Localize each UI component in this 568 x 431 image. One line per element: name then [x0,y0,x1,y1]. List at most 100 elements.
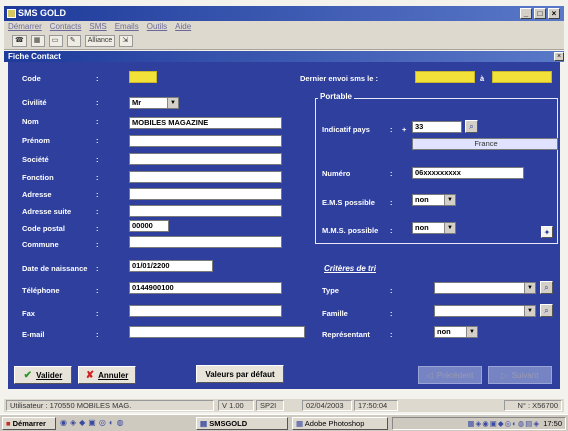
colon: : [96,98,99,107]
suivant-button[interactable]: ▷ Suivant [488,366,552,384]
famille-select[interactable]: ▼ [434,305,536,317]
folder-icon[interactable]: ▭ [48,35,63,47]
criteres-de-tri-title: Critères de tri [324,264,377,273]
menu-item[interactable]: Démarrer [8,21,42,33]
label-ems: E.M.S possible [322,198,375,207]
representant-select[interactable]: non ▼ [434,326,478,338]
search-icon[interactable]: ⌕ [540,281,553,294]
quick-launch-icons[interactable]: ◉◈◆▣◎◐◍ [60,418,190,429]
adresse-suite-field[interactable] [129,205,282,217]
label-type: Type [322,286,339,295]
date-naissance-field[interactable]: 01/01/2200 [129,260,213,272]
dialog-close-button[interactable]: × [554,52,564,61]
valeurs-par-defaut-button[interactable]: Valeurs par défaut [196,365,284,383]
colon: : [96,74,99,83]
export-icon[interactable]: ⇲ [119,35,134,47]
prenom-field[interactable] [129,135,282,147]
colon: : [96,240,99,249]
colon: : [96,224,99,233]
email-field[interactable] [129,326,305,338]
fonction-field[interactable] [129,171,282,183]
fax-field[interactable] [129,305,282,317]
numero-field[interactable]: 06xxxxxxxxx [412,167,524,179]
status-bar: Utilisateur : 170550 MOBILES MAG. V 1.00… [4,399,564,412]
type-select[interactable]: ▼ [434,282,536,294]
cross-icon: ✘ [85,369,95,381]
label-prenom: Prénom [22,136,50,145]
label-societe: Société [22,155,49,164]
colon: : [390,309,393,318]
label-adresse-suite: Adresse suite [22,207,72,216]
start-button[interactable]: ■ Démarrer [2,417,56,430]
adresse-field[interactable] [129,188,282,200]
taskbar-app-smsgold[interactable]: ▤ SMSGOLD [196,417,288,430]
chevron-down-icon: ▼ [524,306,535,316]
ems-select[interactable]: non ▼ [412,194,456,206]
label-date-naissance: Date de naissance [22,264,88,273]
colon: : [390,198,393,207]
phone-icon[interactable]: ☎ [12,35,27,47]
label-representant: Représentant [322,330,370,339]
taskbar: ■ Démarrer ◉◈◆▣◎◐◍ ▤ SMSGOLD ▦ Adobe Pho… [0,414,568,431]
grid-icon[interactable]: ▦ [30,35,45,47]
indicatif-pays-field[interactable]: 33 [412,121,462,133]
annuler-button[interactable]: ✘ Annuler [78,366,136,384]
minimize-button[interactable]: _ [520,8,532,19]
maximize-button[interactable]: □ [534,8,546,19]
arrow-left-icon: ◁ [426,370,433,380]
mms-select[interactable]: non ▼ [412,222,456,234]
colon: : [96,309,99,318]
suivant-label: Suivant [511,370,539,380]
civilite-select[interactable]: Mr ▼ [129,97,179,109]
lightbulb-icon[interactable]: ✦ [541,226,553,238]
search-icon[interactable]: ⌕ [540,304,553,317]
menu-item[interactable]: Aide [175,21,191,33]
close-window-button[interactable]: × [548,8,560,19]
menu-item[interactable]: Contacts [50,21,82,33]
pen-icon[interactable]: ✎ [66,35,81,47]
annuler-label: Annuler [98,370,129,380]
nom-field[interactable]: MOBILES MAGAZINE [129,117,282,129]
societe-field[interactable] [129,153,282,165]
status-sp: SP2I [256,400,284,411]
chevron-down-icon: ▼ [444,223,455,233]
colon: : [390,125,393,134]
label-commune: Commune [22,240,59,249]
label-famille: Famille [322,309,348,318]
label-fax: Fax [22,309,35,318]
label-a: à [480,74,485,83]
chevron-down-icon: ▼ [167,98,178,108]
chevron-down-icon: ▼ [466,327,477,337]
precedent-label: Précédent [436,370,474,380]
code-field[interactable] [129,71,157,83]
telephone-field[interactable]: 0144900100 [129,282,282,294]
dernier-envoi-to-field[interactable] [492,71,552,83]
search-icon[interactable]: ⌕ [465,120,478,133]
status-number: N° : X56700 [504,400,562,411]
status-version: V 1.00 [218,400,254,411]
code-postal-field[interactable]: 00000 [129,220,169,232]
tray-icons[interactable]: ▦◈◉▣◆◎◐◍▤◈ [467,419,543,428]
chevron-down-icon: ▼ [524,283,535,293]
photoshop-label: Adobe Photoshop [304,419,365,428]
colon: : [96,207,99,216]
photoshop-icon: ▦ [296,419,304,428]
toolbar-button-alliance[interactable]: Alliance [84,35,116,47]
label-code: Code [22,74,41,83]
valider-button[interactable]: ✔ Valider [14,366,72,384]
colon: : [390,286,393,295]
clock: 17:50 [543,419,562,428]
menu-item[interactable]: SMS [89,21,106,33]
precedent-button[interactable]: ◁ Précédent [418,366,482,384]
representant-value: non [437,327,451,336]
dernier-envoi-from-field[interactable] [415,71,475,83]
label-civilite: Civilité [22,98,47,107]
colon: : [96,155,99,164]
civilite-value: Mr [132,98,142,107]
commune-field[interactable] [129,236,282,248]
taskbar-app-photoshop[interactable]: ▦ Adobe Photoshop [292,417,388,430]
colon: : [96,117,99,126]
menu-item[interactable]: Outils [147,21,167,33]
menu-item[interactable]: Emails [115,21,139,33]
smsgold-label: SMSGOLD [209,419,248,428]
